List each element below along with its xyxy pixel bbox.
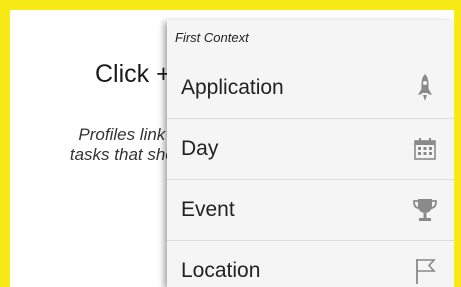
menu-item-day[interactable]: Day bbox=[167, 119, 454, 179]
menu-item-label: Event bbox=[181, 198, 235, 221]
menu-item-event[interactable]: Event bbox=[167, 180, 454, 240]
flag-icon bbox=[410, 256, 440, 286]
profiles-description: Profiles link co tasks that shoul bbox=[18, 125, 188, 165]
menu-item-location[interactable]: Location bbox=[167, 241, 454, 287]
trophy-icon bbox=[410, 195, 440, 225]
click-hint-text: Click + bbox=[95, 60, 171, 88]
calendar-icon bbox=[410, 134, 440, 164]
rocket-icon bbox=[410, 73, 440, 103]
menu-item-label: Location bbox=[181, 259, 261, 282]
menu-item-label: Application bbox=[181, 76, 284, 99]
menu-item-application[interactable]: Application bbox=[167, 58, 454, 118]
menu-header: First Context bbox=[175, 30, 249, 45]
context-menu: First Context Application Day Event Loca… bbox=[167, 20, 454, 287]
screen: Click + Profiles link co tasks that shou… bbox=[10, 10, 454, 287]
menu-item-label: Day bbox=[181, 137, 219, 160]
description-line-2: tasks that shoul bbox=[69, 145, 188, 164]
description-line-1: Profiles link co bbox=[78, 125, 188, 144]
